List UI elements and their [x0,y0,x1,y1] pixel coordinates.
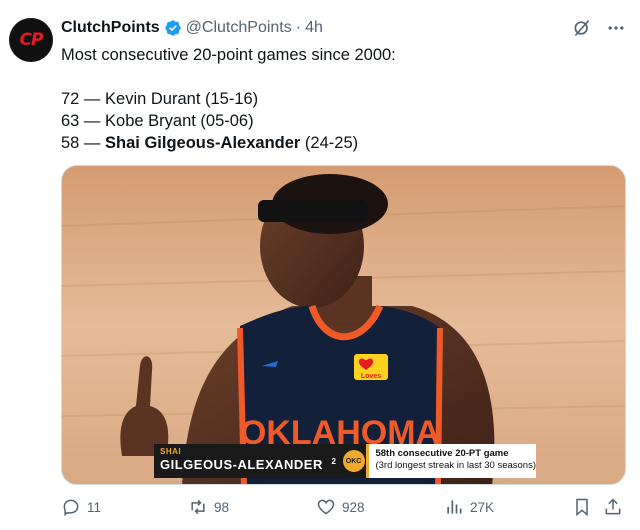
views-icon [444,497,464,517]
line-prefix: 58 — [61,134,106,152]
verified-badge-icon[interactable] [164,19,182,37]
clutchpoints-logo: CP [19,30,44,50]
top-actions [572,18,626,38]
reply-icon [61,497,81,517]
heart-icon [316,497,336,517]
share-button[interactable] [603,497,629,517]
lower-third-stat: 58th consecutive 20-PT game (3rd longest… [366,444,536,478]
avatar[interactable]: CP [9,18,53,62]
player-last-name: GILGEOUS-ALEXANDER [160,457,323,472]
stat-line-2: (3rd longest streak in last 30 seasons) [375,460,536,471]
stat-line-1: 58th consecutive 20-PT game [375,448,509,459]
views-count: 27K [470,499,495,515]
player-first-name: SHAI [160,447,182,456]
line-suffix: (24-25) [300,134,359,152]
share-icon [603,497,623,517]
tweet-text: Most consecutive 20-point games since 20… [61,44,621,154]
logo-text: CP [19,30,44,50]
tweet-line-bryant: 63 — Kobe Bryant (05-06) [61,112,254,130]
reply-count: 11 [87,499,102,515]
action-bar: 11 98 928 27K [61,497,626,521]
lower-third-name: SHAI GILGEOUS-ALEXANDER [154,444,327,478]
team-badge: OKC [340,444,367,478]
views-button[interactable]: 27K [444,497,494,517]
team-badge-text: OKC [342,450,365,472]
tweet-line-durant: 72 — Kevin Durant (15-16) [61,90,259,108]
reply-button[interactable]: 11 [61,497,101,517]
author-handle[interactable]: @ClutchPoints [186,19,292,37]
like-count: 928 [342,499,365,515]
player-name-bold: Shai Gilgeous-Alexander [105,134,301,152]
tweet-line-heading: Most consecutive 20-point games since 20… [61,46,396,64]
tweet-media-image[interactable]: Loves OKLAHOMA SHAI GILGEOUS-ALEXANDER 2… [61,165,626,485]
broadcast-lower-third: SHAI GILGEOUS-ALEXANDER 2 OKC 58th conse… [154,444,536,478]
repost-button[interactable]: 98 [188,497,229,517]
jersey-number: 2 [326,444,341,478]
more-icon[interactable] [606,18,626,38]
bookmark-icon [572,497,592,517]
like-button[interactable]: 928 [316,497,365,517]
tweet-line-sga: 58 — Shai Gilgeous-Alexander (24-25) [61,132,621,154]
repost-count: 98 [214,499,230,515]
bookmark-button[interactable] [572,497,598,517]
patch-text: Loves [361,373,381,380]
grok-icon[interactable] [572,18,592,38]
tweet-card: CP ClutchPoints @ClutchPoints · 4h Most … [0,0,640,530]
tweet-header: ClutchPoints @ClutchPoints · 4h [61,19,323,37]
author-name[interactable]: ClutchPoints [61,19,160,37]
player-photo: Loves OKLAHOMA [62,166,625,484]
separator-dot: · [295,19,302,36]
repost-icon [188,497,208,517]
timestamp[interactable]: 4h [305,19,323,37]
